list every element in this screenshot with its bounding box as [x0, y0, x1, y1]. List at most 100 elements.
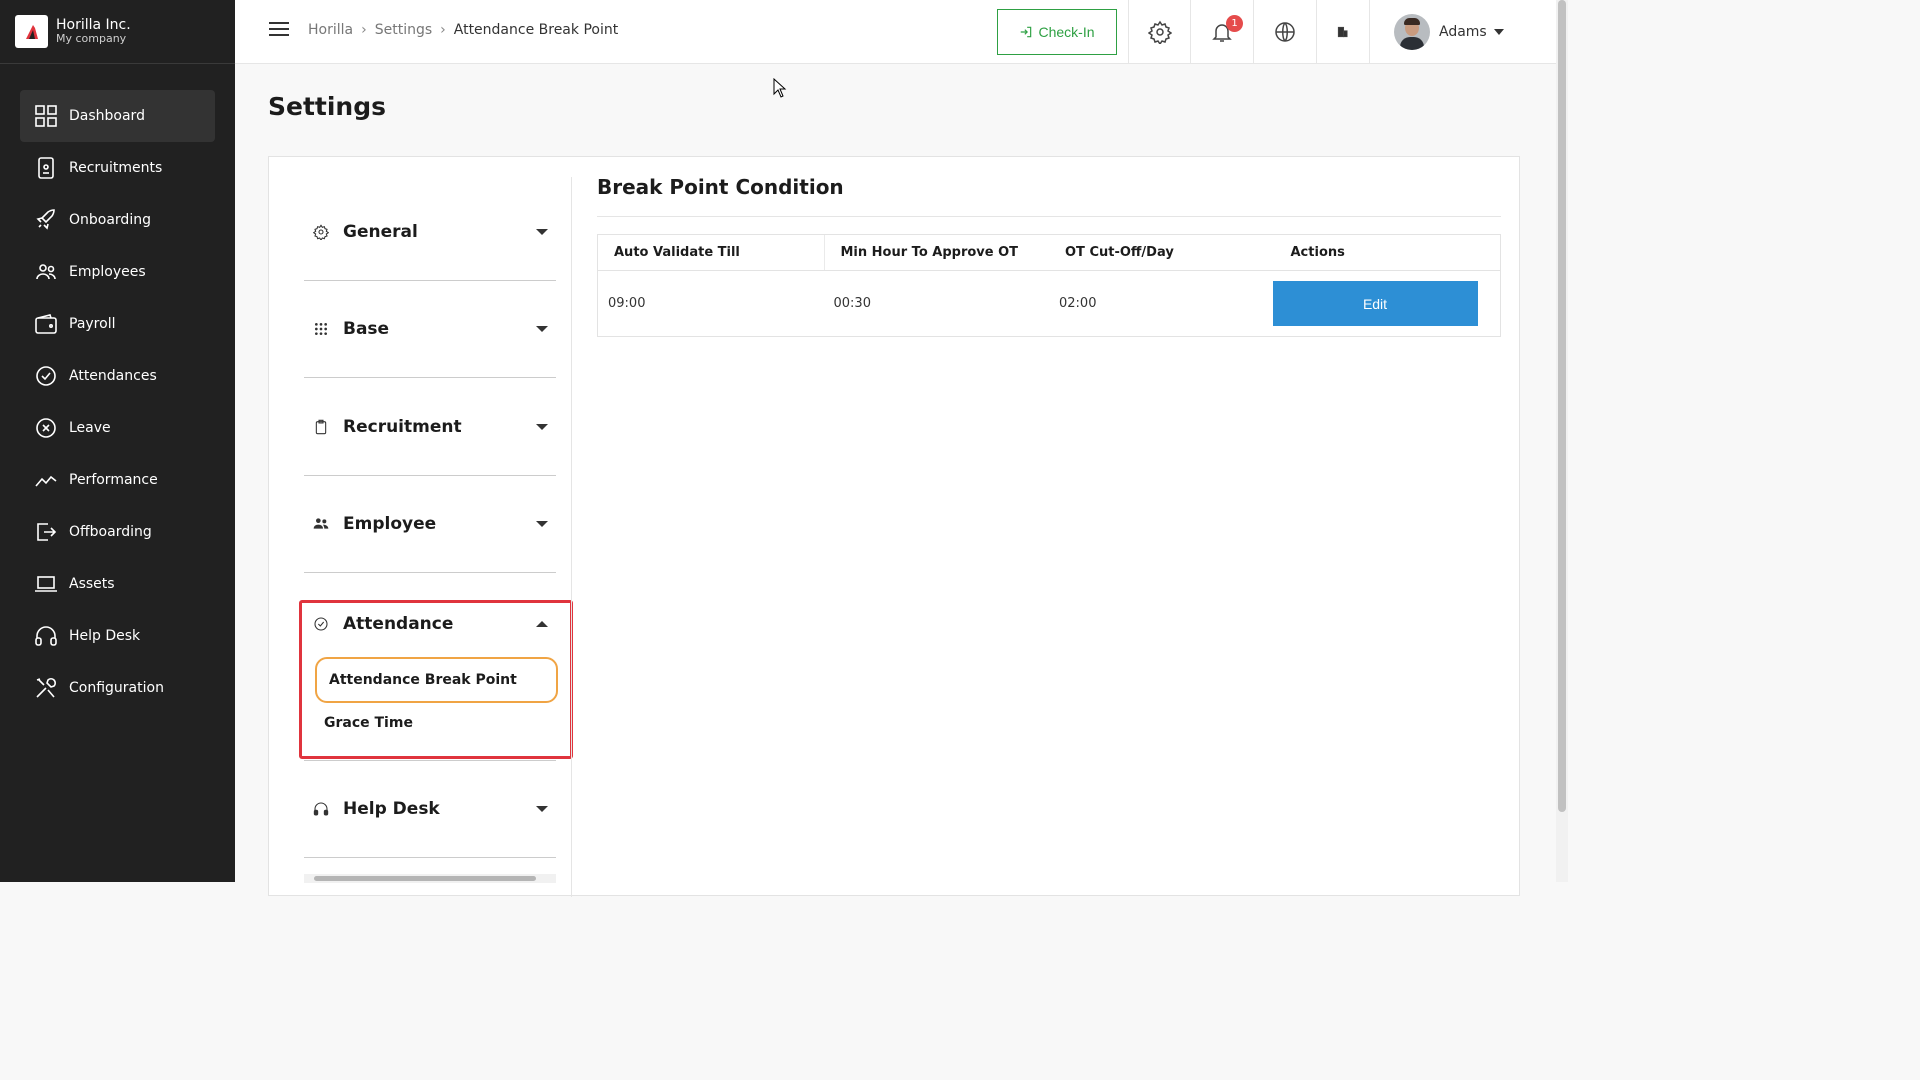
content-title: Break Point Condition — [597, 175, 844, 199]
sidebar: Horilla Inc. My company Dashboard Recrui… — [0, 0, 235, 882]
check-in-button[interactable]: Check-In — [997, 9, 1117, 55]
settings-card: General Base Recruitment Employee Attend — [268, 156, 1520, 897]
sidebar-item-label: Configuration — [69, 680, 164, 696]
sidebar-item-payroll[interactable]: Payroll — [20, 298, 215, 350]
divider — [304, 760, 556, 761]
sidebar-item-label: Attendances — [69, 368, 157, 384]
settings-section-base[interactable]: Base — [304, 310, 556, 348]
headphones-icon — [312, 800, 330, 818]
sidebar-item-configuration[interactable]: Configuration — [20, 662, 215, 714]
breadcrumb-settings[interactable]: Settings — [375, 22, 432, 38]
breadcrumb: Horilla › Settings › Attendance Break Po… — [308, 22, 618, 38]
sidebar-item-label: Dashboard — [69, 108, 145, 124]
settings-section-recruitment[interactable]: Recruitment — [304, 408, 556, 446]
check-circle-icon — [312, 615, 330, 633]
user-name: Adams — [1439, 24, 1487, 40]
chevron-right-icon: › — [361, 22, 367, 38]
attendance-section-header[interactable]: Attendance — [304, 605, 556, 643]
break-point-table: Auto Validate Till Min Hour To Approve O… — [597, 234, 1501, 337]
settings-item-grace-time[interactable]: Grace Time — [324, 715, 413, 731]
laptop-icon — [34, 572, 58, 596]
sidebar-item-employees[interactable]: Employees — [20, 246, 215, 298]
sidebar-item-leave[interactable]: Leave — [20, 402, 215, 454]
sidebar-item-assets[interactable]: Assets — [20, 558, 215, 610]
sidebar-item-help-desk[interactable]: Help Desk — [20, 610, 215, 662]
sidebar-item-label: Recruitments — [69, 160, 163, 176]
top-bar: Horilla › Settings › Attendance Break Po… — [235, 0, 1556, 64]
sidebar-item-onboarding[interactable]: Onboarding — [20, 194, 215, 246]
people-icon — [312, 515, 330, 533]
sidebar-item-performance[interactable]: Performance — [20, 454, 215, 506]
clipboard-icon — [312, 418, 330, 436]
menu-horizontal-scrollbar[interactable] — [304, 874, 556, 883]
settings-section-employee[interactable]: Employee — [304, 505, 556, 543]
dashboard-icon — [34, 104, 58, 128]
sidebar-item-dashboard[interactable]: Dashboard — [20, 90, 215, 142]
gear-icon — [1147, 20, 1172, 44]
caret-down-icon — [1493, 29, 1504, 35]
table-header: Auto Validate Till Min Hour To Approve O… — [598, 235, 1500, 271]
panel-divider — [571, 177, 572, 897]
chevron-right-icon: › — [440, 22, 446, 38]
settings-section-general[interactable]: General — [304, 213, 556, 251]
sidebar-item-attendances[interactable]: Attendances — [20, 350, 215, 402]
sidebar-item-recruitments[interactable]: Recruitments — [20, 142, 215, 194]
breadcrumb-home[interactable]: Horilla — [308, 22, 353, 38]
divider — [304, 280, 556, 281]
sidebar-nav: Dashboard Recruitments Onboarding Employ… — [0, 64, 235, 714]
grid-dots-icon — [312, 320, 330, 338]
sidebar-item-label: Leave — [69, 420, 111, 436]
section-title: Attendance — [343, 614, 454, 634]
sidebar-item-label: Offboarding — [69, 524, 152, 540]
caret-down-icon — [536, 229, 548, 235]
caret-down-icon — [536, 521, 548, 527]
settings-section-attendance: Attendance Attendance Break Point Grace … — [299, 600, 573, 759]
page-scrollbar[interactable] — [1556, 0, 1568, 882]
company-subtitle: My company — [56, 32, 127, 46]
tools-icon — [34, 676, 58, 700]
user-menu[interactable]: Adams — [1369, 0, 1504, 64]
company-logo — [15, 15, 48, 48]
globe-icon — [1274, 22, 1295, 42]
company-switch-button[interactable] — [1316, 0, 1369, 64]
caret-down-icon — [536, 806, 548, 812]
section-title: General — [343, 222, 418, 242]
sidebar-item-offboarding[interactable]: Offboarding — [20, 506, 215, 558]
sidebar-item-label: Onboarding — [69, 212, 151, 228]
divider — [304, 475, 556, 476]
edit-button[interactable]: Edit — [1272, 281, 1478, 326]
menu-toggle-icon[interactable] — [269, 22, 289, 40]
check-in-label: Check-In — [1038, 24, 1095, 40]
settings-item-attendance-break-point[interactable]: Attendance Break Point — [315, 657, 558, 703]
recruitment-icon — [34, 156, 58, 180]
check-circle-icon — [34, 364, 58, 388]
rocket-icon — [34, 208, 58, 232]
divider — [304, 857, 556, 858]
mouse-cursor-icon — [773, 78, 787, 98]
x-circle-icon — [34, 416, 58, 440]
divider — [304, 572, 556, 573]
company-name: Horilla Inc. — [56, 17, 131, 34]
people-icon — [34, 260, 58, 284]
settings-button[interactable] — [1128, 0, 1190, 64]
login-icon — [1021, 26, 1032, 38]
divider — [304, 377, 556, 378]
section-title: Help Desk — [343, 799, 440, 819]
caret-down-icon — [536, 424, 548, 430]
sidebar-item-label: Assets — [69, 576, 115, 592]
section-title: Base — [343, 319, 390, 339]
sidebar-item-label: Employees — [69, 264, 146, 280]
sidebar-item-label: Payroll — [69, 316, 116, 332]
section-title: Employee — [343, 514, 437, 534]
column-header: OT Cut-Off/Day — [1065, 245, 1174, 260]
caret-down-icon — [536, 326, 548, 332]
column-header: Min Hour To Approve OT — [823, 235, 1050, 270]
settings-section-help-desk[interactable]: Help Desk — [304, 790, 556, 828]
column-header: Auto Validate Till — [614, 245, 740, 260]
ot-cutoff-cell: 02:00 — [1059, 296, 1097, 311]
language-button[interactable] — [1253, 0, 1315, 64]
trend-icon — [34, 468, 58, 492]
brand[interactable]: Horilla Inc. My company — [0, 0, 235, 64]
notifications-button[interactable]: 1 — [1190, 0, 1252, 64]
exit-icon — [34, 520, 58, 544]
